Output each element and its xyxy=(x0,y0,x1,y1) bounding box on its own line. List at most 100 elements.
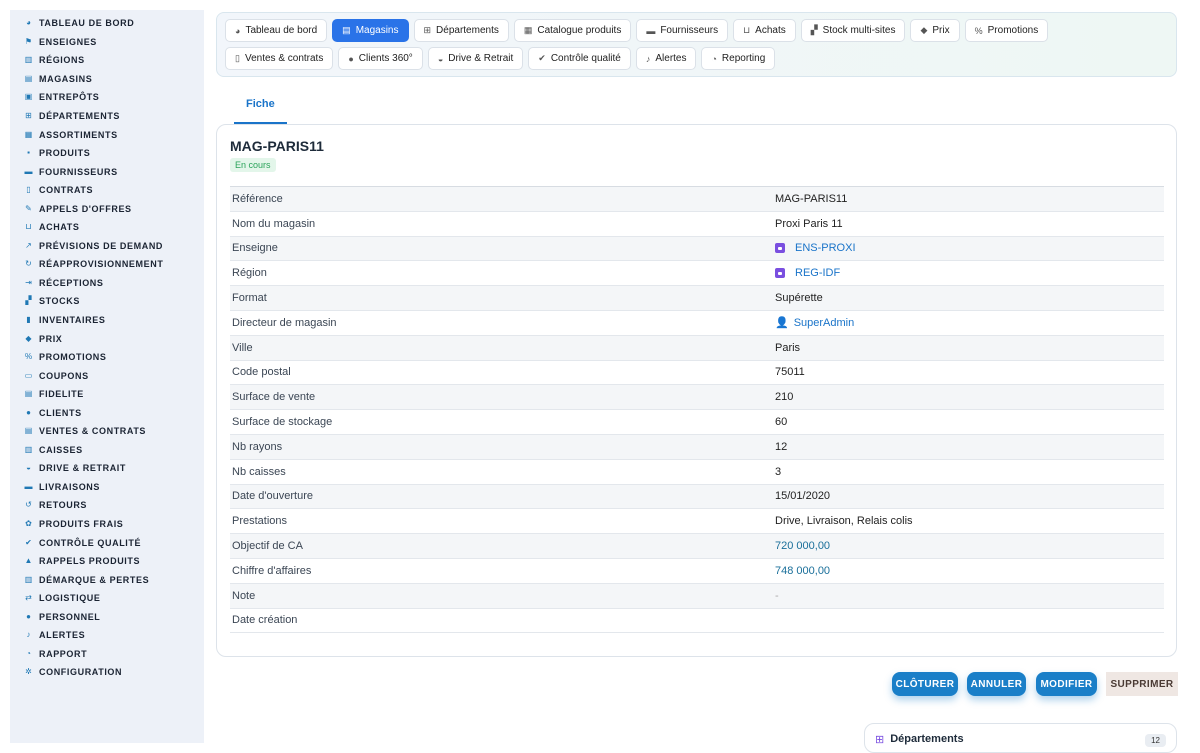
basket-icon: ⊞ xyxy=(25,111,32,120)
sidebar-item-produits-frais[interactable]: ✿ PRODUITS FRAIS xyxy=(10,515,204,534)
edit-button[interactable]: MODIFIER xyxy=(1036,672,1097,696)
sidebar-item-drive-retrait[interactable]: ◒ DRIVE & RETRAIT xyxy=(10,459,204,478)
nav-tab-stock-multi-sites[interactable]: ▞ Stock multi-sites xyxy=(800,19,906,42)
sidebar-item-r-approvisionnement[interactable]: ↻ RÉAPPROVISIONNEMENT xyxy=(10,255,204,274)
sidebar-item-promotions[interactable]: % PROMOTIONS xyxy=(10,348,204,367)
percent-icon: % xyxy=(24,352,33,362)
sidebar-item-rappels-produits[interactable]: ▲ RAPPELS PRODUITS xyxy=(10,552,204,571)
sidebar-item-appels-d-offres[interactable]: ✎ APPELS D'OFFRES xyxy=(10,199,204,218)
cancel-button[interactable]: ANNULER xyxy=(967,672,1026,696)
sidebar-item-logistique[interactable]: ⇄ LOGISTIQUE xyxy=(10,589,204,608)
field-value: Proxi Paris 11 xyxy=(775,217,843,230)
sidebar-item-r-ceptions[interactable]: ⇥ RÉCEPTIONS xyxy=(10,274,204,293)
sidebar-item-magasins[interactable]: ▤ MAGASINS xyxy=(10,70,204,89)
store-icon: ▤ xyxy=(24,73,33,83)
sidebar-item-livraisons[interactable]: ▬ LIVRAISONS xyxy=(10,478,204,497)
sidebar-item-label: CAISSES xyxy=(39,444,83,455)
field-label: Nb rayons xyxy=(232,440,283,453)
field-link[interactable]: ENS-PROXI xyxy=(775,242,856,254)
sidebar-item-label: PRODUITS FRAIS xyxy=(39,519,124,530)
nav-tab-label: Catalogue produits xyxy=(537,25,622,36)
field-value: SuperAdmin xyxy=(793,316,855,329)
field-label: Enseigne xyxy=(232,242,278,255)
sidebar-item-r-gions[interactable]: ▥ RÉGIONS xyxy=(10,51,204,70)
nav-tab-drive-retrait[interactable]: ◒ Drive & Retrait xyxy=(427,47,524,70)
tag-icon: ◆ xyxy=(920,25,928,35)
sidebar-item-ventes-contrats[interactable]: ▤ VENTES & CONTRATS xyxy=(10,422,204,441)
sidebar-item-inventaires[interactable]: ▮ INVENTAIRES xyxy=(10,311,204,330)
sidebar-item-fournisseurs[interactable]: ▬ FOURNISSEURS xyxy=(10,162,204,181)
sidebar-item-enseignes[interactable]: ⚑ ENSEIGNES xyxy=(10,33,204,52)
status-badge: En cours xyxy=(230,158,276,172)
cog-icon: ✲ xyxy=(25,667,32,677)
nav-tab-label: Promotions xyxy=(987,25,1039,36)
field-label: Objectif de CA xyxy=(232,540,303,553)
sidebar-item-label: DRIVE & RETRAIT xyxy=(39,463,127,474)
sidebar-item-d-marque-pertes[interactable]: ▥ DÉMARQUE & PERTES xyxy=(10,570,204,589)
catalog-icon: ▦ xyxy=(523,25,533,35)
delete-button[interactable]: SUPPRIMER xyxy=(1106,672,1178,696)
close-button[interactable]: CLÔTURER xyxy=(892,672,958,696)
sidebar-item-d-partements[interactable]: ⊞ DÉPARTEMENTS xyxy=(10,107,204,126)
sidebar-item-label: ASSORTIMENTS xyxy=(39,129,118,140)
sidebar-item-prix[interactable]: ◆ PRIX xyxy=(10,329,204,348)
sidebar-item-fidelite[interactable]: ▤ FIDELITE xyxy=(10,385,204,404)
dashboard-icon: ◕ xyxy=(235,25,241,36)
field-row: Note - xyxy=(230,583,1164,609)
field-label: Format xyxy=(232,292,267,305)
nav-tab-magasins[interactable]: ▤ Magasins xyxy=(332,19,409,42)
field-link[interactable]: REG-IDF xyxy=(775,267,840,279)
nav-tab-fournisseurs[interactable]: ▬ Fournisseurs xyxy=(636,19,729,42)
nav-tab-achats[interactable]: ⊔ Achats xyxy=(733,19,796,42)
nav-tab-promotions[interactable]: % Promotions xyxy=(964,19,1049,42)
top-nav-row-1: ◕ Tableau de bord ▤ Magasins ⊞ Départements ▦ C… xyxy=(225,19,1168,42)
chart-line-icon: ↗ xyxy=(25,240,32,250)
nav-tab-contr-le-qualit[interactable]: ✔ Contrôle qualité xyxy=(528,47,631,70)
field-value: 3 xyxy=(775,465,782,478)
store-icon: ▤ xyxy=(342,25,351,35)
sidebar-item-label: RÉAPPROVISIONNEMENT xyxy=(39,259,164,270)
cart-icon: ⊔ xyxy=(25,222,32,232)
field-row: Date création xyxy=(230,609,1164,634)
nav-tab-prix[interactable]: ◆ Prix xyxy=(910,19,960,42)
sidebar-item-retours[interactable]: ↺ RETOURS xyxy=(10,496,204,515)
car-icon: ◒ xyxy=(437,53,444,64)
field-label: Ville xyxy=(232,341,253,354)
sidebar-item-stocks[interactable]: ▞ STOCKS xyxy=(10,292,204,311)
sidebar-item-rapport[interactable]: ◔ RAPPORT xyxy=(10,645,204,664)
nav-tab-alertes[interactable]: ♪ Alertes xyxy=(635,47,697,70)
nav-tab-tableau-de-bord[interactable]: ◕ Tableau de bord xyxy=(225,19,328,42)
sidebar-item-coupons[interactable]: ▭ COUPONS xyxy=(10,366,204,385)
sidebar-item-caisses[interactable]: ▥ CAISSES xyxy=(10,441,204,460)
bell-icon: ♪ xyxy=(26,630,31,640)
nav-tab-label: Contrôle qualité xyxy=(550,53,621,64)
related-departments-panel[interactable]: ⊞ Départements 12 xyxy=(864,723,1177,753)
sidebar-item-produits[interactable]: ▪ PRODUITS xyxy=(10,144,204,163)
tab-fiche[interactable]: Fiche xyxy=(234,93,287,124)
sidebar-item-tableau-de-bord[interactable]: ◕ TABLEAU DE BORD xyxy=(10,14,204,33)
field-value: 60 xyxy=(775,416,788,429)
leaf-icon: ✿ xyxy=(25,519,32,529)
sidebar-item-personnel[interactable]: ● PERSONNEL xyxy=(10,608,204,627)
nav-tab-catalogue-produits[interactable]: ▦ Catalogue produits xyxy=(513,19,632,42)
sidebar-item-label: DÉPARTEMENTS xyxy=(39,111,121,121)
sidebar-item-label: ALERTES xyxy=(39,630,86,641)
sidebar-item-achats[interactable]: ⊔ ACHATS xyxy=(10,218,204,237)
sidebar-item-contrats[interactable]: ▯ CONTRATS xyxy=(10,181,204,200)
nav-tab-reporting[interactable]: ◔ Reporting xyxy=(701,47,776,70)
sidebar-item-configuration[interactable]: ✲ CONFIGURATION xyxy=(10,663,204,682)
nav-tab-ventes-contrats[interactable]: ▯ Ventes & contrats xyxy=(225,47,334,70)
ticket-icon: ▭ xyxy=(24,370,33,380)
sidebar-item-contr-le-qualit[interactable]: ✔ CONTRÔLE QUALITÉ xyxy=(10,533,204,552)
nav-tab-clients-360[interactable]: ● Clients 360° xyxy=(338,47,423,70)
field-user-link[interactable]: 👤 SuperAdmin xyxy=(775,316,855,330)
tag-icon: ◆ xyxy=(25,333,32,343)
sidebar-item-entrep-ts[interactable]: ▣ ENTREPÔTS xyxy=(10,88,204,107)
nav-tab-d-partements[interactable]: ⊞ Départements xyxy=(413,19,509,42)
sidebar-item-pr-visions-de-demand[interactable]: ↗ PRÉVISIONS DE DEMAND xyxy=(10,237,204,256)
sidebar-item-label: RÉGIONS xyxy=(39,55,85,66)
sidebar-item-label: LIVRAISONS xyxy=(39,481,101,492)
sidebar-item-assortiments[interactable]: ▦ ASSORTIMENTS xyxy=(10,125,204,144)
sidebar-item-clients[interactable]: ● CLIENTS xyxy=(10,403,204,422)
sidebar-item-alertes[interactable]: ♪ ALERTES xyxy=(10,626,204,645)
